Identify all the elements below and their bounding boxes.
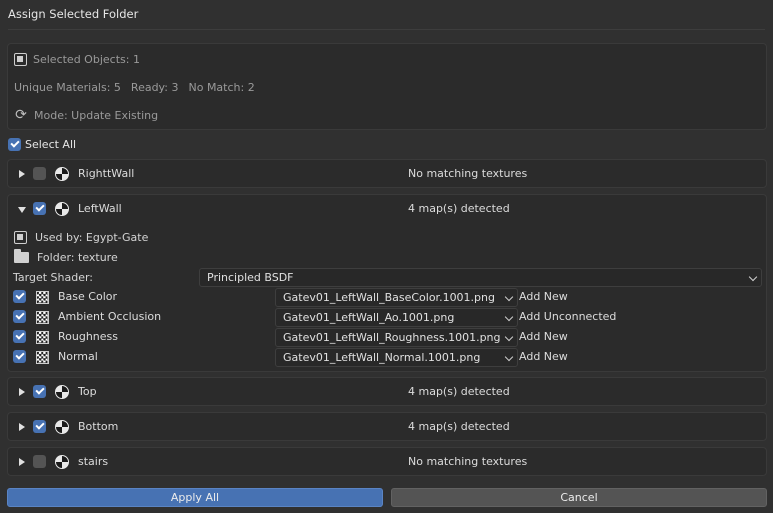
- material-checkbox[interactable]: [33, 167, 46, 180]
- folder-text: Folder: texture: [37, 250, 118, 264]
- used-by-text: Used by: Egypt-Gate: [35, 230, 149, 244]
- map-checkbox[interactable]: [13, 290, 26, 303]
- mode-text: Mode: Update Existing: [34, 108, 159, 122]
- material-status: 4 map(s) detected: [408, 385, 510, 398]
- mode-row: ⟳ Mode: Update Existing: [14, 107, 158, 123]
- map-checkbox[interactable]: [13, 330, 26, 343]
- stats-row: Unique Materials: 5 Ready: 3 No Match: 2: [14, 79, 265, 95]
- map-file-dropdown[interactable]: Gatev01_LeftWall_BaseColor.1001.png: [275, 288, 518, 307]
- select-all-checkbox[interactable]: [8, 137, 21, 151]
- material-header[interactable]: RighttWall No matching textures: [8, 160, 766, 188]
- map-row: Normal Gatev01_LeftWall_Normal.1001.png …: [13, 348, 758, 367]
- map-label: Ambient Occlusion: [58, 310, 162, 323]
- map-row: Ambient Occlusion Gatev01_LeftWall_Ao.10…: [13, 308, 758, 327]
- material-checkbox[interactable]: [33, 385, 46, 398]
- cancel-button[interactable]: Cancel: [391, 488, 767, 507]
- map-file-dropdown[interactable]: Gatev01_LeftWall_Roughness.1001.png: [275, 328, 518, 347]
- folder-icon: [14, 248, 29, 263]
- material-panel-stairs: stairs No matching textures: [7, 447, 767, 476]
- select-all-label: Select All: [25, 137, 77, 151]
- map-action: Add New: [519, 330, 568, 343]
- map-file-value: Gatev01_LeftWall_Ao.1001.png: [283, 311, 455, 324]
- target-shader-value: Principled BSDF: [207, 271, 294, 284]
- material-checkbox[interactable]: [33, 455, 46, 468]
- material-status: No matching textures: [408, 167, 528, 180]
- info-panel: Selected Objects: 1 Unique Materials: 5 …: [7, 43, 767, 130]
- object-icon: [14, 230, 27, 244]
- title-divider: [8, 29, 765, 30]
- apply-all-button[interactable]: Apply All: [7, 488, 383, 507]
- material-name: stairs: [78, 455, 109, 468]
- material-sphere-icon: [55, 420, 69, 434]
- used-by-row: Used by: Egypt-Gate: [14, 229, 148, 245]
- selected-objects-text: Selected Objects: 1: [33, 52, 140, 66]
- map-action: Add New: [519, 290, 568, 303]
- material-sphere-icon: [55, 455, 69, 469]
- map-label: Base Color: [58, 290, 118, 303]
- material-status: No matching textures: [408, 455, 528, 468]
- map-checkbox[interactable]: [13, 350, 26, 363]
- selected-objects-row: Selected Objects: 1: [14, 51, 140, 67]
- material-sphere-icon: [55, 167, 69, 181]
- map-action: Add Unconnected: [519, 310, 617, 323]
- expand-arrow-icon[interactable]: [19, 423, 25, 431]
- material-status: 4 map(s) detected: [408, 202, 510, 215]
- material-name: Top: [78, 385, 97, 398]
- chevron-down-icon: [748, 272, 758, 282]
- expand-arrow-icon[interactable]: [19, 388, 25, 396]
- chevron-down-icon: [504, 332, 514, 342]
- material-panel-leftwall: LeftWall 4 map(s) detected Used by: Egyp…: [7, 194, 767, 372]
- material-header[interactable]: Top 4 map(s) detected: [8, 378, 766, 406]
- material-header[interactable]: LeftWall 4 map(s) detected: [8, 195, 766, 223]
- material-name: LeftWall: [78, 202, 122, 215]
- map-row: Base Color Gatev01_LeftWall_BaseColor.10…: [13, 288, 758, 307]
- map-action: Add New: [519, 350, 568, 363]
- no-match-text: No Match: 2: [188, 80, 255, 94]
- texture-checker-icon: [36, 291, 49, 304]
- chevron-down-icon: [504, 312, 514, 322]
- map-label: Roughness: [58, 330, 119, 343]
- material-checkbox[interactable]: [33, 202, 46, 215]
- texture-checker-icon: [36, 351, 49, 364]
- material-panel-rightwall: RighttWall No matching textures: [7, 159, 767, 188]
- material-sphere-icon: [55, 385, 69, 399]
- material-checkbox[interactable]: [33, 420, 46, 433]
- material-name: Bottom: [78, 420, 119, 433]
- object-icon: [14, 52, 27, 66]
- map-row: Roughness Gatev01_LeftWall_Roughness.100…: [13, 328, 758, 347]
- map-file-value: Gatev01_LeftWall_Normal.1001.png: [283, 351, 481, 364]
- texture-checker-icon: [36, 331, 49, 344]
- material-sphere-icon: [55, 202, 69, 216]
- unique-materials-text: Unique Materials: 5: [14, 80, 121, 94]
- map-label: Normal: [58, 350, 98, 363]
- material-status: 4 map(s) detected: [408, 420, 510, 433]
- map-file-value: Gatev01_LeftWall_BaseColor.1001.png: [283, 291, 495, 304]
- folder-row: Folder: texture: [14, 248, 118, 265]
- dialog-title: Assign Selected Folder: [8, 7, 139, 21]
- expand-arrow-icon[interactable]: [19, 458, 25, 466]
- map-file-dropdown[interactable]: Gatev01_LeftWall_Normal.1001.png: [275, 348, 518, 367]
- select-all-toggle[interactable]: Select All: [8, 137, 76, 151]
- expand-arrow-icon[interactable]: [19, 170, 25, 178]
- collapse-arrow-icon[interactable]: [18, 207, 26, 213]
- material-header[interactable]: stairs No matching textures: [8, 448, 766, 476]
- chevron-down-icon: [504, 352, 514, 362]
- chevron-down-icon: [504, 292, 514, 302]
- target-shader-dropdown[interactable]: Principled BSDF: [199, 268, 762, 287]
- map-file-value: Gatev01_LeftWall_Roughness.1001.png: [283, 331, 501, 344]
- material-name: RighttWall: [78, 167, 135, 180]
- material-panel-top: Top 4 map(s) detected: [7, 377, 767, 406]
- target-shader-label: Target Shader:: [13, 271, 94, 284]
- map-checkbox[interactable]: [13, 310, 26, 323]
- ready-text: Ready: 3: [130, 80, 179, 94]
- material-header[interactable]: Bottom 4 map(s) detected: [8, 413, 766, 441]
- map-file-dropdown[interactable]: Gatev01_LeftWall_Ao.1001.png: [275, 308, 518, 327]
- refresh-icon: ⟳: [15, 107, 27, 123]
- texture-checker-icon: [36, 311, 49, 324]
- material-panel-bottom: Bottom 4 map(s) detected: [7, 412, 767, 441]
